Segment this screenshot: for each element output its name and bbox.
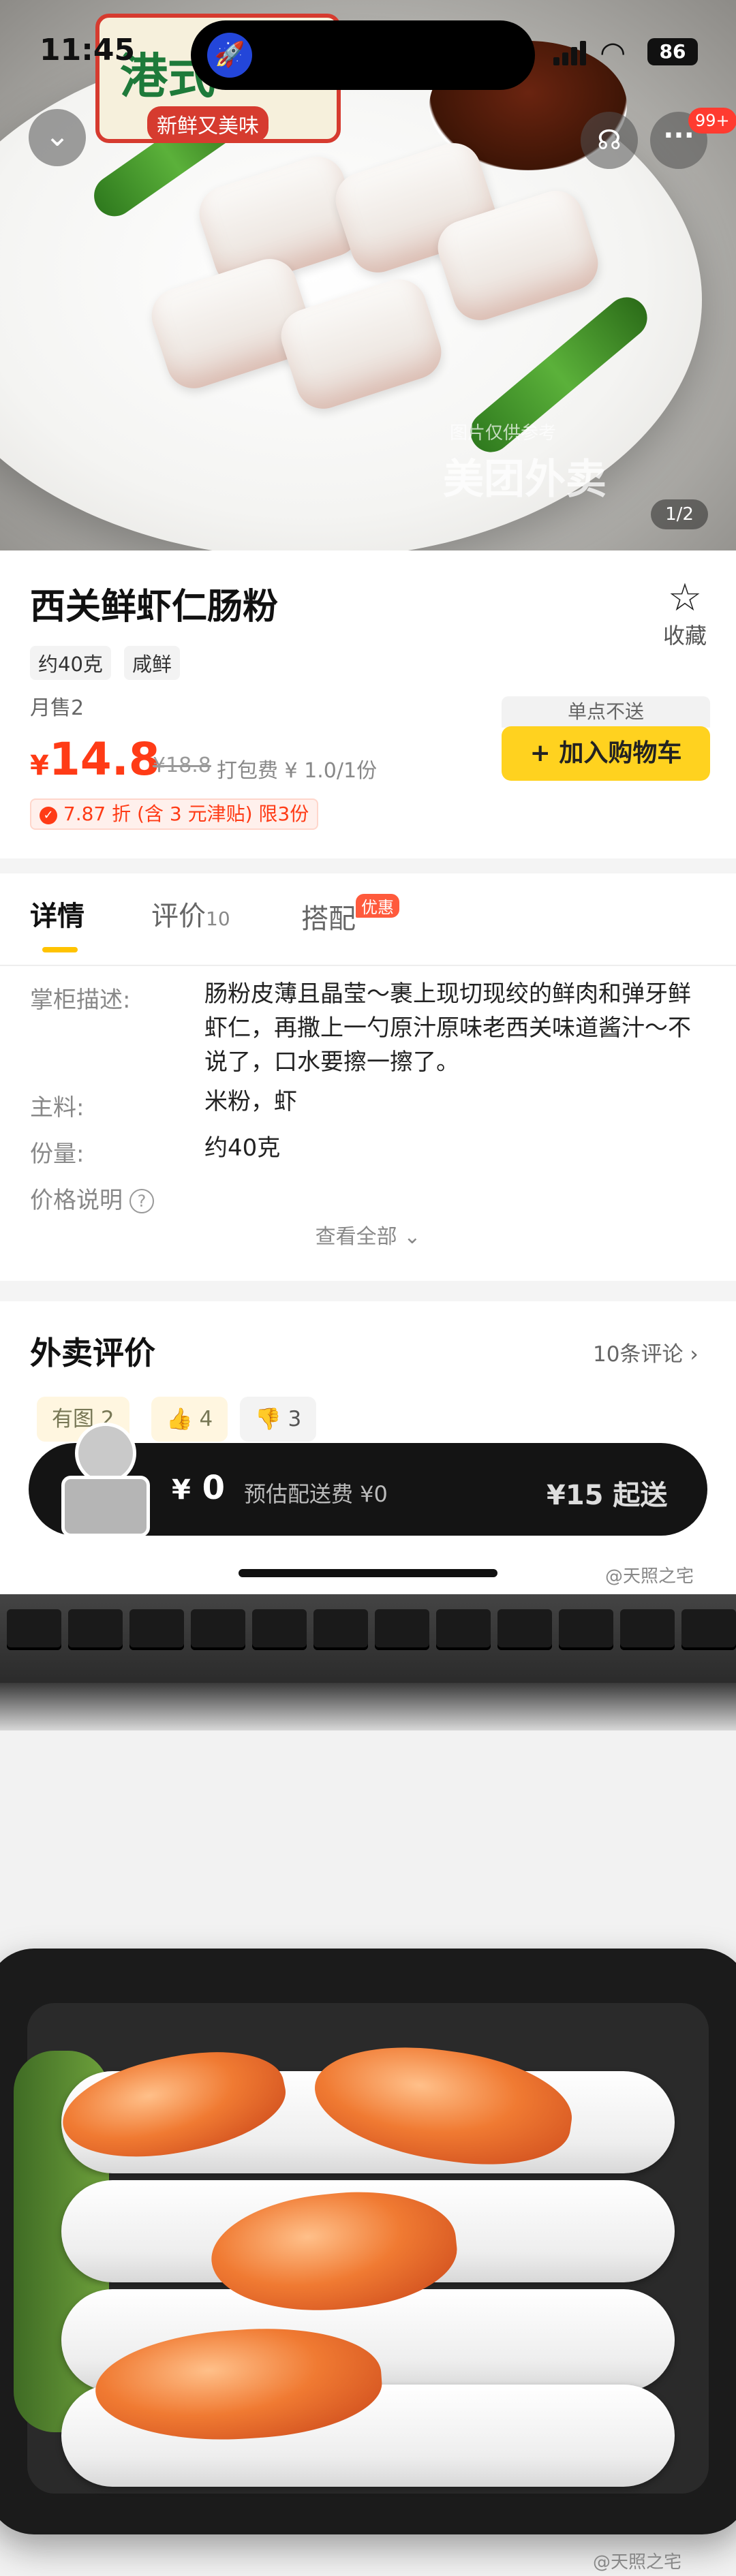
- chevron-down-icon: ⌄: [403, 1225, 421, 1249]
- battery-indicator: 86: [647, 38, 698, 65]
- desc-label: 掌柜描述:: [30, 987, 131, 1014]
- main-ingredient-label: 主料:: [30, 1094, 85, 1121]
- weibo-watermark: @天照之宅: [593, 2552, 682, 2573]
- cart-bar[interactable]: ¥ 0 预估配送费 ¥0 ¥15 起送: [29, 1423, 707, 1537]
- star-icon: ☆: [667, 576, 703, 620]
- price-value: 14.8: [48, 733, 160, 786]
- reviews-title: 外卖评价: [30, 1335, 155, 1371]
- home-indicator[interactable]: [239, 1569, 497, 1577]
- minimum-order: ¥15 起送: [547, 1480, 668, 1511]
- desc-value: 肠粉皮薄且晶莹～裹上现切现绞的鲜肉和弹牙鲜虾仁，再撒上一勺原汁原味老西关味道酱汁…: [204, 980, 691, 1076]
- status-bar: 11:45 🚀 ◠ 86: [0, 0, 736, 102]
- tab-reviews[interactable]: 评价10: [151, 894, 230, 933]
- portion-label: 份量:: [30, 1140, 85, 1168]
- tag-icon: ✓: [40, 807, 57, 824]
- active-tab-indicator: [42, 947, 78, 952]
- delivery-fee: 预估配送费 ¥0: [244, 1481, 388, 1507]
- price: ¥14.8: [30, 733, 160, 786]
- chevron-down-icon: ⌄: [44, 119, 70, 153]
- customer-service-button[interactable]: ☊: [581, 112, 638, 169]
- desk-edge: [0, 1683, 736, 1731]
- product-tags: 约40克 咸鲜: [30, 646, 189, 680]
- help-icon: ?: [129, 1189, 154, 1213]
- rocket-icon: 🚀: [207, 33, 252, 78]
- takeout-tray: [0, 1949, 736, 2534]
- meituan-watermark: 美团外卖: [443, 456, 607, 503]
- favorite-button[interactable]: ☆ 收藏: [654, 578, 716, 650]
- headset-icon: ☊: [597, 125, 622, 156]
- add-to-cart-button[interactable]: + 加入购物车: [502, 726, 710, 781]
- image-counter: 1/2: [651, 499, 708, 529]
- detail-section: 详情 评价10 搭配 优惠 掌柜描述: 肠粉皮薄且晶莹～裹上现切现绞的鲜肉和弹牙鲜…: [0, 873, 736, 1281]
- thumbs-down-icon: 👎: [255, 1407, 281, 1431]
- product-info: 西关鲜虾仁肠粉 ☆ 收藏 约40克 咸鲜 月售2 ¥14.8 ¥18.8 打包费…: [0, 550, 736, 858]
- dynamic-island: 🚀: [191, 20, 535, 90]
- tab-count: 10: [206, 907, 230, 930]
- see-all-button[interactable]: 查看全部 ⌄: [0, 1220, 736, 1250]
- monthly-sales: 月售2: [30, 696, 85, 720]
- currency-symbol: ¥: [30, 750, 49, 781]
- chevron-right-icon: ›: [690, 1342, 699, 1367]
- tag-weight: 约40克: [30, 646, 111, 680]
- negative-count: 3: [288, 1407, 302, 1431]
- weibo-watermark: @天照之宅: [605, 1566, 694, 1587]
- positive-count: 4: [199, 1407, 213, 1431]
- discount-text: 7.87 折 (含 3 元津贴) 限3份: [63, 803, 309, 825]
- divider: [0, 965, 736, 966]
- cart-total-value: 0: [202, 1469, 225, 1507]
- discount-badge: ✓ 7.87 折 (含 3 元津贴) 限3份: [30, 798, 319, 830]
- tab-label: 详情: [30, 901, 85, 932]
- cart-mascot-icon[interactable]: [55, 1423, 157, 1538]
- tab-details[interactable]: 详情: [30, 894, 85, 933]
- cart-total: ¥ 0: [172, 1469, 225, 1507]
- currency-symbol: ¥: [172, 1474, 191, 1506]
- favorite-label: 收藏: [662, 623, 707, 649]
- clock: 11:45: [40, 33, 136, 67]
- filter-negative[interactable]: 👎 3: [240, 1397, 317, 1442]
- tab-label: 搭配: [301, 903, 356, 935]
- filter-positive[interactable]: 👍 4: [151, 1397, 228, 1442]
- price-note[interactable]: 价格说明?: [30, 1181, 154, 1215]
- tab-label: 评价: [151, 901, 206, 932]
- watermark-small: 图片仅供参考: [450, 423, 557, 444]
- delivered-food-photo: @天照之宅: [0, 1594, 736, 2576]
- original-price: ¥18.8: [153, 754, 211, 777]
- reviews-count-link[interactable]: 10条评论 ›: [593, 1337, 699, 1367]
- notification-badge: 99+: [688, 108, 736, 134]
- wifi-icon: ◠: [600, 35, 626, 70]
- back-button[interactable]: ⌄: [29, 109, 86, 166]
- keyboard: [0, 1594, 736, 1683]
- brand-sub: 新鲜又美味: [147, 106, 269, 142]
- screen: 港式 新鲜又美味 图片仅供参考 美团外卖 11:45 🚀 ◠ 86 ⌄ ☊ ··…: [0, 0, 736, 2576]
- thumbs-up-icon: 👍: [166, 1407, 193, 1431]
- signal-icon: [553, 41, 587, 65]
- packing-fee: 打包费 ¥ 1.0/1份: [217, 759, 378, 783]
- product-name: 西关鲜虾仁肠粉: [30, 587, 279, 627]
- main-ingredient-value: 米粉，虾: [204, 1088, 297, 1115]
- promo-badge: 优惠: [356, 894, 399, 918]
- reviews-count: 10条评论: [593, 1342, 684, 1367]
- not-sold-single-notice: 单点不送: [502, 696, 710, 728]
- portion-value: 约40克: [204, 1134, 281, 1162]
- tag-flavor: 咸鲜: [124, 646, 181, 680]
- tab-combo[interactable]: 搭配 优惠: [301, 894, 399, 936]
- price-note-label: 价格说明: [30, 1187, 123, 1214]
- see-all-label: 查看全部: [315, 1225, 397, 1249]
